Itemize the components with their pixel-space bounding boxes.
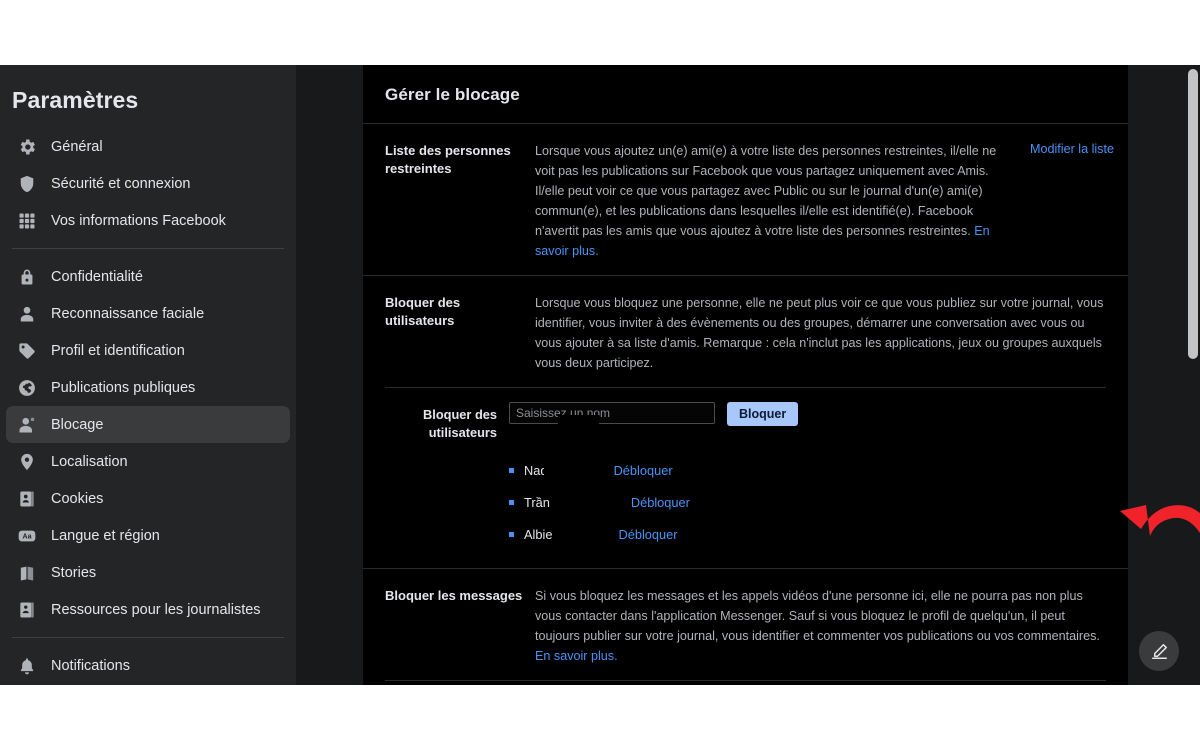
browser-viewport: Paramètres Général Sécurité et connexion… <box>0 65 1200 685</box>
sidebar-item-label: Profil et identification <box>51 342 185 359</box>
settings-sidebar: Paramètres Général Sécurité et connexion… <box>0 65 296 685</box>
globe-icon <box>16 377 37 398</box>
sidebar-item-profile-tagging[interactable]: Profil et identification <box>6 332 290 369</box>
section-block-users: Bloquer des utilisateurs Lorsque vous bl… <box>363 276 1128 569</box>
sidebar-item-journalist-resources[interactable]: Ressources pour les journalistes <box>6 591 290 628</box>
sidebar-item-label: Blocage <box>51 416 104 433</box>
sidebar-item-label: Publications publiques <box>51 379 196 396</box>
sidebar-item-label: Vos informations Facebook <box>51 212 226 229</box>
tag-icon <box>16 340 37 361</box>
description-text: Si vous bloquez les messages et les appe… <box>535 589 1100 643</box>
list-item: Nadine Débloquer <box>509 454 1106 486</box>
sidebar-item-stories[interactable]: Stories <box>6 554 290 591</box>
sidebar-item-label: Confidentialité <box>51 268 143 285</box>
sidebar-title: Paramètres <box>12 87 139 113</box>
sidebar-item-notifications[interactable]: Notifications <box>6 647 290 684</box>
sidebar-group-2: Confidentialité Reconnaissance faciale P… <box>0 258 296 628</box>
sidebar-divider-2 <box>12 637 284 638</box>
learn-more-link[interactable]: En savoir plus. <box>535 649 618 663</box>
sidebar-item-privacy[interactable]: Confidentialité <box>6 258 290 295</box>
unblock-link[interactable]: Débloquer <box>614 463 673 478</box>
block-submit-button[interactable]: Bloquer <box>727 402 799 426</box>
section-block-messages: Bloquer les messages Si vous bloquez les… <box>363 569 1128 685</box>
sidebar-item-label: Langue et région <box>51 527 160 544</box>
block-user-name-input[interactable] <box>509 402 715 424</box>
list-item: Albie Débloquer <box>509 518 1106 550</box>
form-label: Bloquer des utilisateurs <box>423 407 497 440</box>
section-description: Si vous bloquez les messages et les appe… <box>535 586 1106 666</box>
sidebar-item-label: Localisation <box>51 453 128 470</box>
section-label: Bloquer les messages <box>385 588 523 603</box>
blocked-users-list: Nadine Débloquer Trần Débloquer Albie Dé… <box>385 454 1106 550</box>
sidebar-item-blocage[interactable]: Blocage <box>6 406 290 443</box>
list-item: Trần Débloquer <box>509 486 1106 518</box>
sidebar-item-label: Sécurité et connexion <box>51 175 191 192</box>
shield-icon <box>16 173 37 194</box>
language-icon: Aa <box>16 525 37 546</box>
bullet-icon <box>509 499 514 505</box>
scrollbar-thumb[interactable] <box>1188 69 1198 359</box>
section-description: Lorsque vous bloquez une personne, elle … <box>535 296 1104 370</box>
section-restricted-list: Liste des personnes restreintes Lorsque … <box>363 124 1128 276</box>
sidebar-item-label: Cookies <box>51 490 104 507</box>
sidebar-group-1: Général Sécurité et connexion Vos inform… <box>0 128 296 239</box>
sidebar-item-cookies[interactable]: Cookies <box>6 480 290 517</box>
sidebar-item-general[interactable]: Général <box>6 128 290 165</box>
sidebar-item-public-posts[interactable]: Publications publiques <box>6 369 290 406</box>
block-user-form: Bloquer des utilisateurs Bloquer <box>385 402 1106 442</box>
blocked-user-name: Trần <box>524 494 550 510</box>
unblock-link[interactable]: Débloquer <box>618 527 677 542</box>
sidebar-item-your-information[interactable]: Vos informations Facebook <box>6 202 290 239</box>
person-icon <box>16 303 37 324</box>
sidebar-group-3: Notifications Mobile <box>0 647 296 685</box>
edit-list-link[interactable]: Modifier la liste <box>1016 141 1114 275</box>
section-label: Liste des personnes restreintes <box>385 143 511 176</box>
sidebar-divider-1 <box>12 248 284 249</box>
block-messages-panel: Bloquer les messages de M M Débloquer <box>385 680 1106 685</box>
gear-icon <box>16 136 37 157</box>
description-text: Lorsque vous ajoutez un(e) ami(e) à votr… <box>535 144 997 238</box>
grid-icon <box>16 210 37 231</box>
unblock-link[interactable]: Débloquer <box>631 495 690 510</box>
sidebar-item-security[interactable]: Sécurité et connexion <box>6 165 290 202</box>
bullet-icon <box>509 531 514 537</box>
section-description: Lorsque vous ajoutez un(e) ami(e) à votr… <box>535 141 1016 261</box>
bullet-icon <box>509 467 514 473</box>
cookie-card-icon <box>16 488 37 509</box>
svg-text:Aa: Aa <box>22 532 31 540</box>
person-block-icon <box>16 414 37 435</box>
sidebar-item-label: Notifications <box>51 657 130 674</box>
content-column: Gérer le blocage Liste des personnes res… <box>296 65 1200 685</box>
block-users-panel: Bloquer des utilisateurs Bloquer Nadine … <box>385 387 1106 568</box>
sidebar-item-face-recognition[interactable]: Reconnaissance faciale <box>6 295 290 332</box>
sidebar-item-language-region[interactable]: Aa Langue et région <box>6 517 290 554</box>
blocked-user-name: Albie <box>524 526 553 542</box>
sidebar-item-mobile[interactable]: Mobile <box>6 684 290 685</box>
card-header: Gérer le blocage <box>363 65 1128 124</box>
sidebar-item-label: Général <box>51 138 103 155</box>
scrollbar-track[interactable] <box>1185 65 1200 685</box>
compose-edit-icon <box>1151 643 1167 659</box>
lock-icon <box>16 266 37 287</box>
press-card-icon <box>16 599 37 620</box>
pin-icon <box>16 451 37 472</box>
book-icon <box>16 562 37 583</box>
sidebar-item-label: Reconnaissance faciale <box>51 305 205 322</box>
sidebar-item-label: Ressources pour les journalistes <box>51 601 261 618</box>
blocked-user-name: Nadine <box>524 462 565 478</box>
settings-card: Gérer le blocage Liste des personnes res… <box>363 65 1128 685</box>
bell-icon <box>16 655 37 676</box>
sidebar-item-location[interactable]: Localisation <box>6 443 290 480</box>
section-label: Bloquer des utilisateurs <box>385 295 461 328</box>
compose-button[interactable] <box>1139 631 1179 671</box>
sidebar-item-label: Stories <box>51 564 97 581</box>
page-title: Gérer le blocage <box>385 85 520 104</box>
